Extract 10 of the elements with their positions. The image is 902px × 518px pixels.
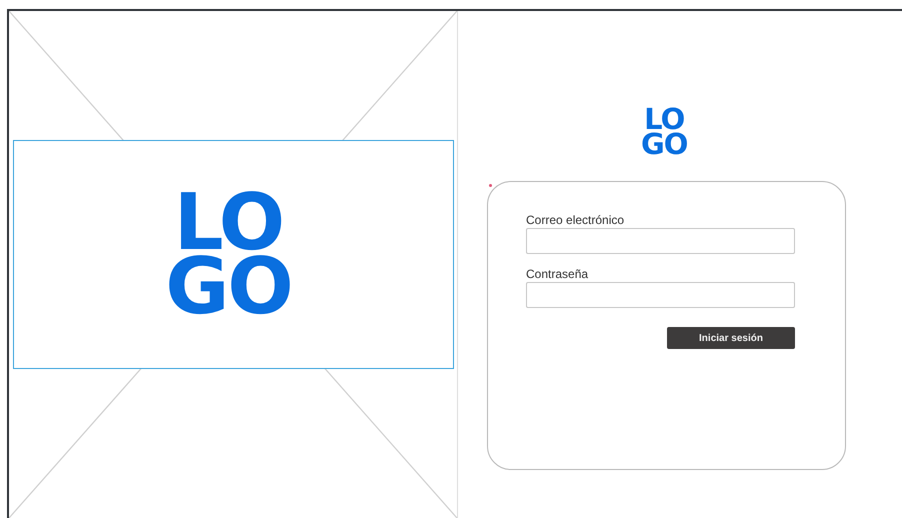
logo-text: GO — [641, 132, 688, 157]
input-field[interactable] — [526, 282, 795, 308]
input-field[interactable] — [526, 228, 795, 254]
logo-text: LO — [644, 107, 684, 132]
field-label: Contraseña — [526, 267, 590, 281]
logo-text: LO — [174, 190, 284, 254]
logo-text: GO — [165, 254, 292, 318]
login-button[interactable]: Iniciar sesión — [667, 327, 795, 349]
marker-dot — [489, 184, 492, 187]
field-label: Correo electrónico — [526, 213, 626, 227]
